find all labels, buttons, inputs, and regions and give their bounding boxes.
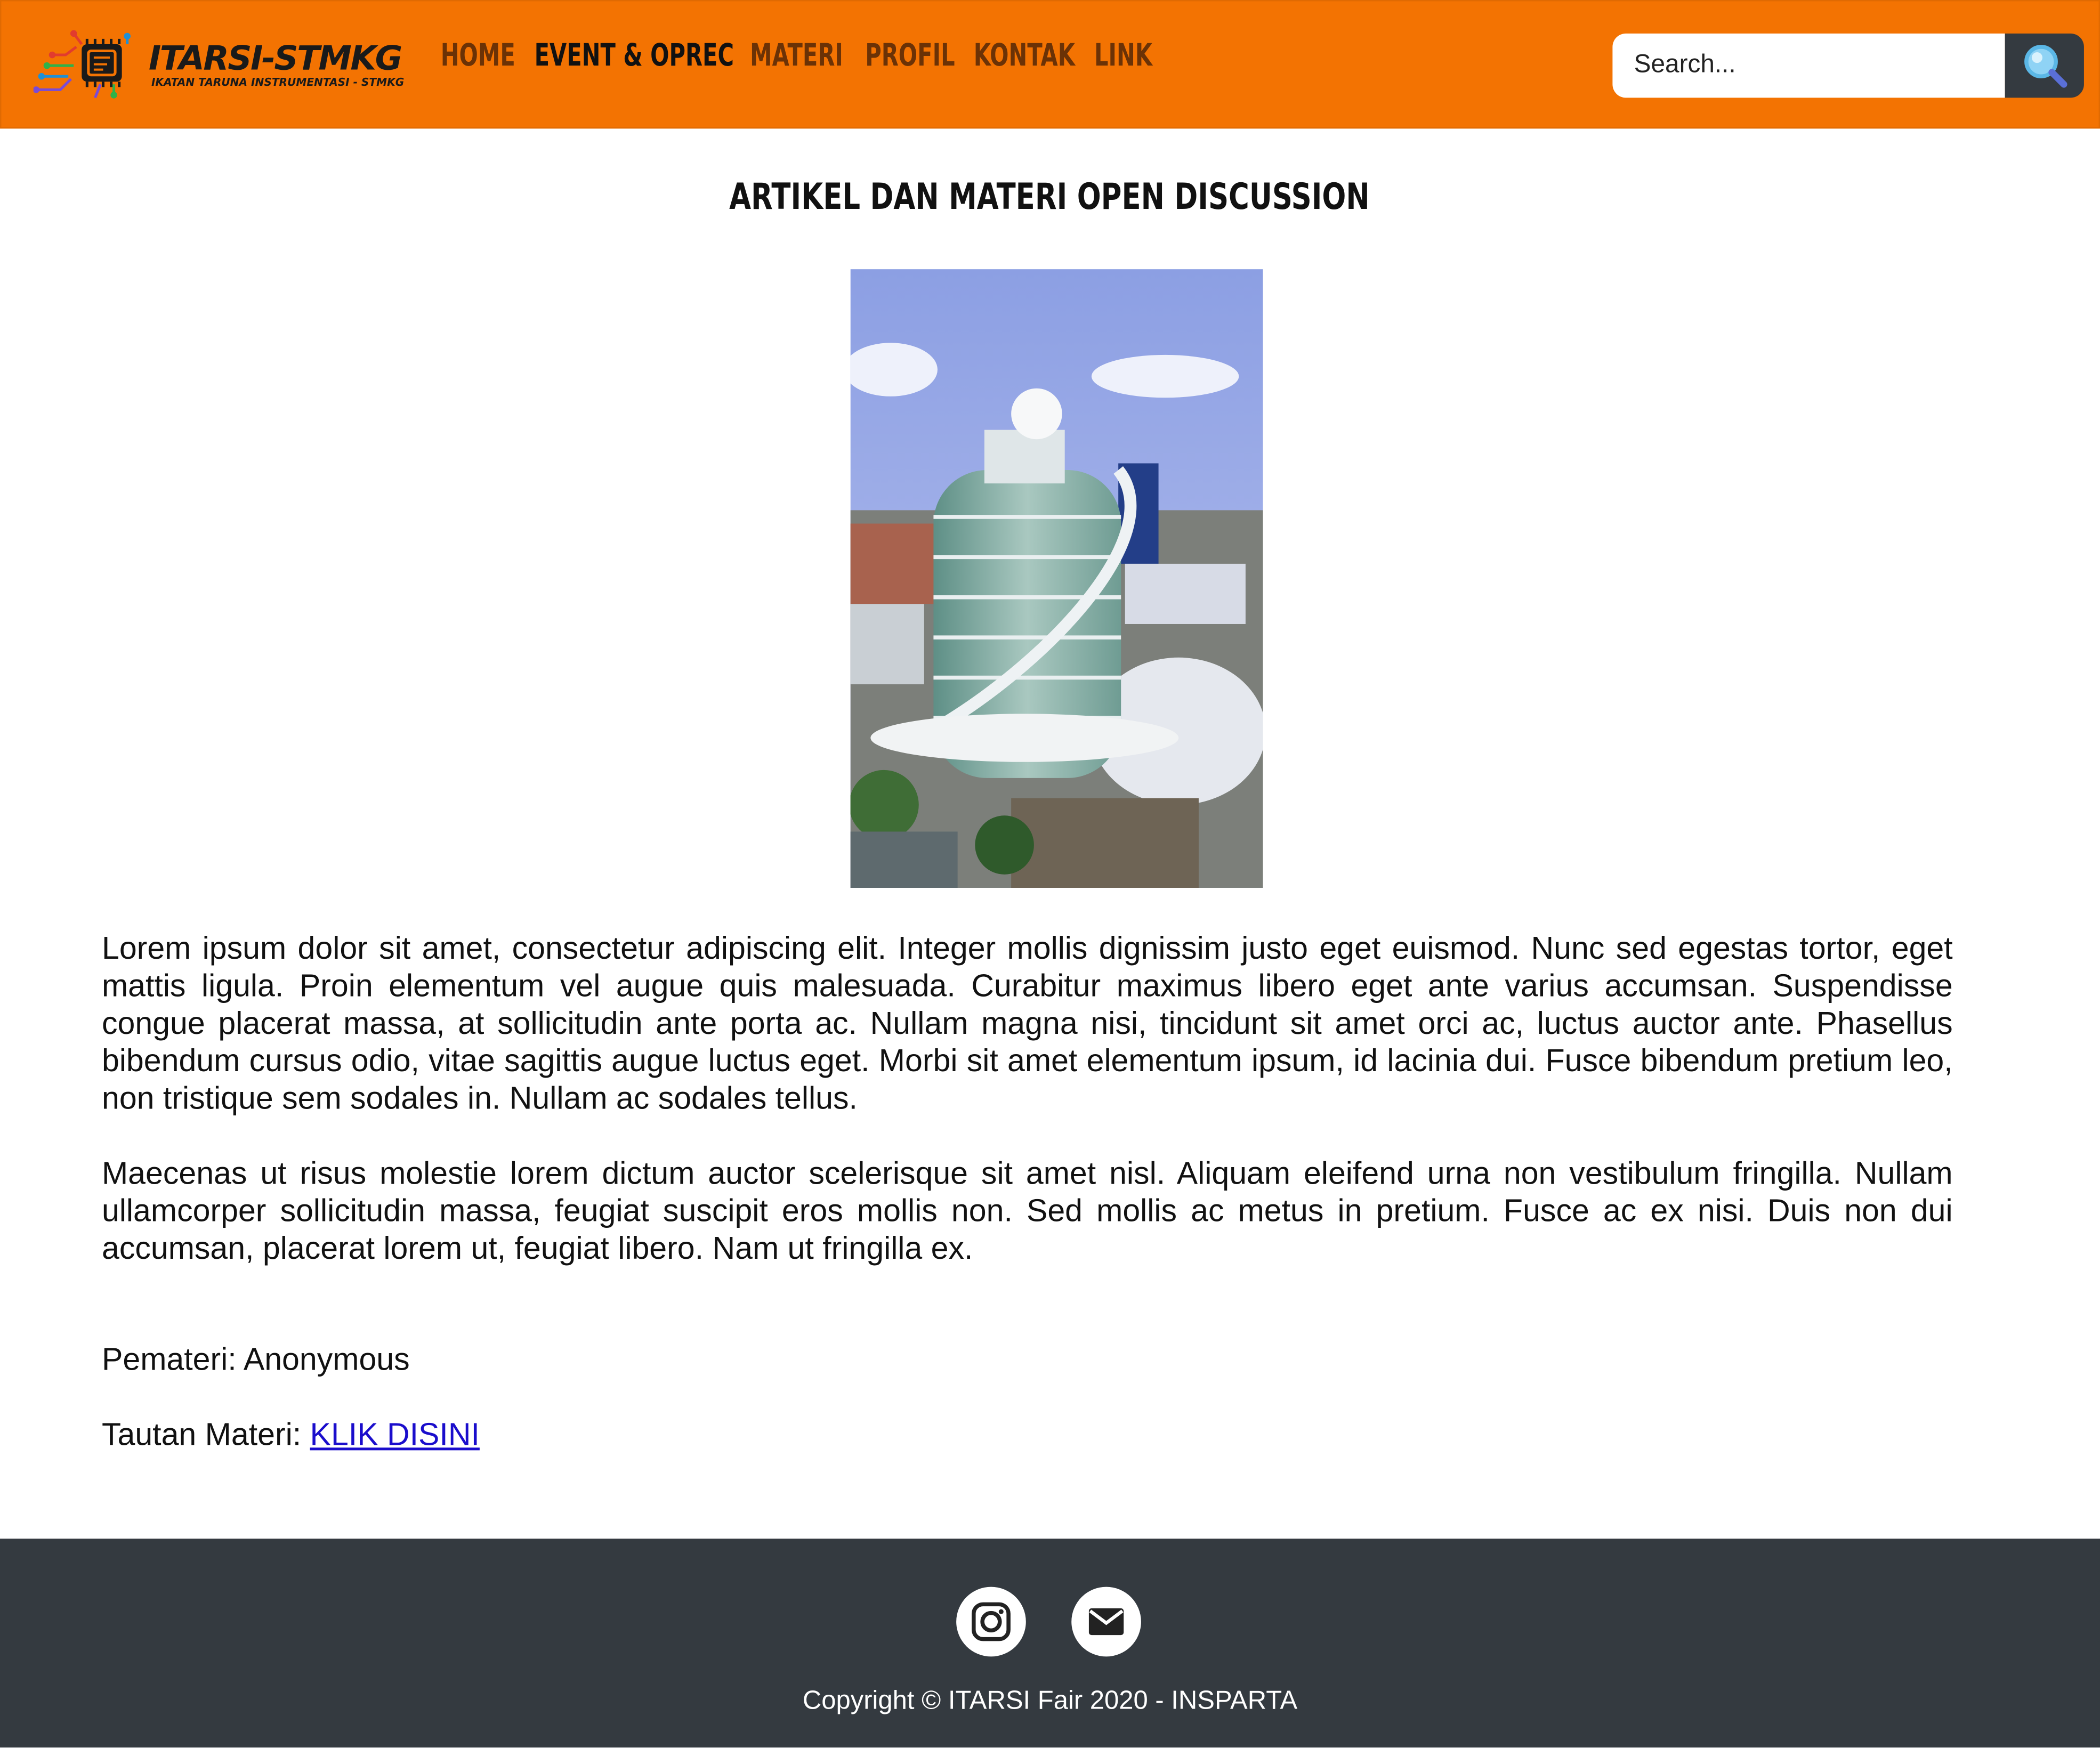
nav-materi[interactable]: MATERI — [750, 39, 843, 74]
search-button[interactable] — [2005, 33, 2084, 98]
nav-profil[interactable]: PROFIL — [865, 39, 955, 74]
pemateri-line: Pemateri: Anonymous — [102, 1342, 410, 1378]
article-paragraph: Maecenas ut risus molestie lorem dictum … — [101, 1155, 1953, 1266]
nav-event-oprec[interactable]: EVENT & OPREC — [535, 39, 734, 74]
tautan-line: Tautan Materi: KLIK DISINI — [102, 1417, 480, 1453]
instagram-icon — [972, 1602, 1011, 1641]
email-icon — [1088, 1608, 1124, 1636]
article-photo — [850, 269, 1263, 888]
email-link[interactable] — [1071, 1587, 1141, 1657]
tautan-label: Tautan Materi: — [101, 1417, 310, 1452]
pemateri-label: Pemateri: — [101, 1341, 244, 1377]
pemateri-value: Anonymous — [243, 1341, 410, 1377]
main-nav: HOME EVENT & OPREC MATERI PROFIL KONTAK … — [441, 39, 1175, 74]
site-footer: Copyright © ITARSI Fair 2020 - INSPARTA — [0, 1539, 2100, 1748]
search-bar — [1612, 33, 2084, 98]
search-icon — [2024, 45, 2067, 88]
page-title: ARTIKEL DAN MATERI OPEN DISCUSSION — [730, 176, 1370, 218]
nav-kontak[interactable]: KONTAK — [974, 39, 1075, 74]
article-paragraph: Lorem ipsum dolor sit amet, consectetur … — [101, 930, 1953, 1116]
instagram-link[interactable] — [956, 1587, 1026, 1657]
article-content: ARTIKEL DAN MATERI OPEN DISCUSSION Lorem… — [0, 128, 2100, 1539]
copyright-text: Copyright © ITARSI Fair 2020 - INSPARTA — [802, 1686, 1298, 1715]
article-body: Lorem ipsum dolor sit amet, consectetur … — [102, 929, 1953, 1305]
tautan-link[interactable]: KLIK DISINI — [310, 1417, 480, 1452]
nav-home[interactable]: HOME — [441, 39, 515, 74]
nav-link[interactable]: LINK — [1094, 39, 1152, 74]
logo-subtitle: IKATAN TARUNA INSTRUMENTASI - STMKG — [151, 76, 405, 88]
search-input[interactable] — [1612, 33, 2005, 98]
site-logo[interactable]: ITARSI-STMKG IKATAN TARUNA INSTRUMENTASI… — [33, 26, 404, 106]
logo-title: ITARSI-STMKG — [148, 38, 402, 78]
site-header: ITARSI-STMKG IKATAN TARUNA INSTRUMENTASI… — [0, 0, 2100, 129]
circuit-chip-icon — [33, 30, 131, 99]
